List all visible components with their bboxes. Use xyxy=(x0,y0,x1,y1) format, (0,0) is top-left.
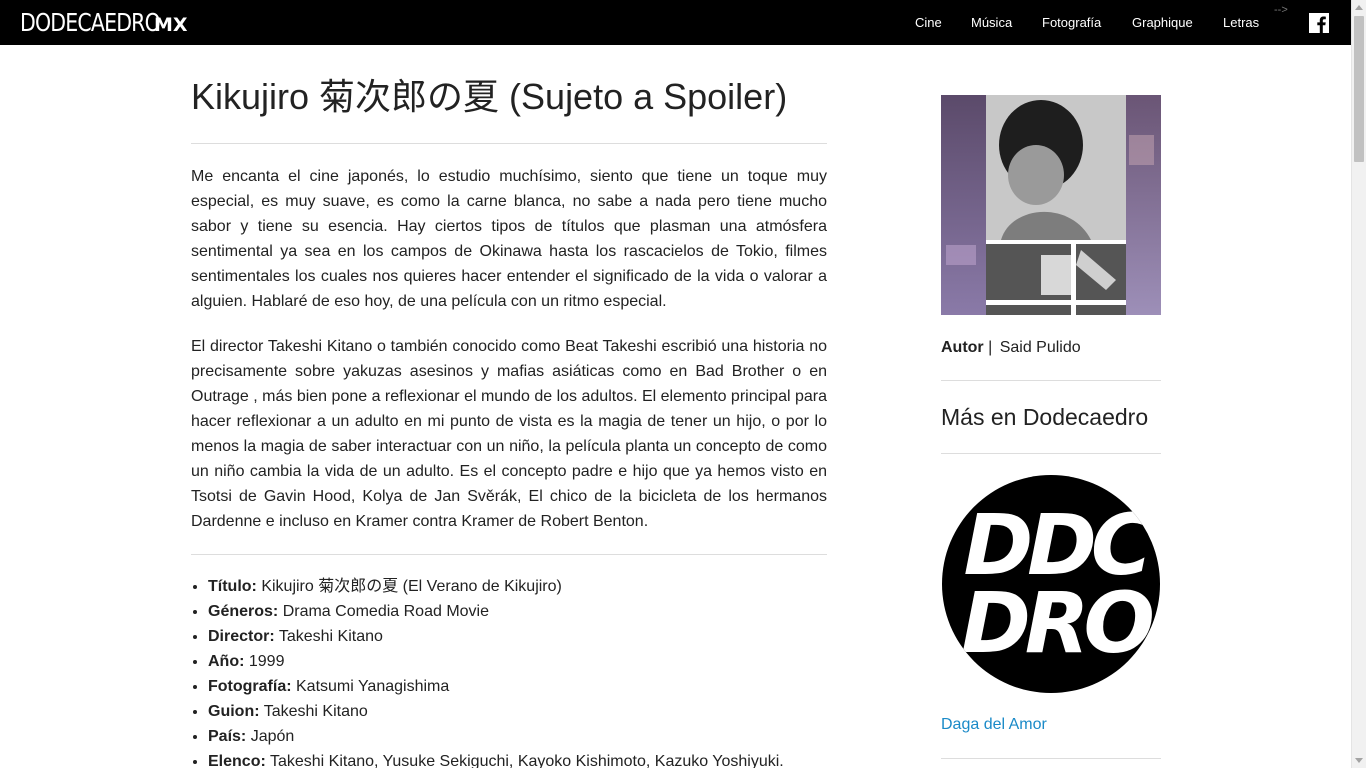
article-paragraph: Me encanta el cine japonés, lo estudio m… xyxy=(191,168,827,310)
sidebar-divider xyxy=(941,380,1161,381)
spec-value: Takeshi Kitano xyxy=(274,628,383,645)
spec-label: Director: xyxy=(208,628,275,645)
film-specs-list: Título: Kikujiro 菊次郎の夏 (El Verano de Kik… xyxy=(191,574,827,768)
scroll-up-arrow-icon[interactable] xyxy=(1355,5,1363,10)
nav-item-cine[interactable]: Cine xyxy=(915,15,942,30)
site-logo[interactable]: DODECAEDRO MX xyxy=(20,8,188,37)
spec-item: Título: Kikujiro 菊次郎の夏 (El Verano de Kik… xyxy=(208,574,827,599)
spec-value: Takeshi Kitano, Yusuke Sekiguchi, Kayoko… xyxy=(265,753,784,768)
spec-value: 1999 xyxy=(244,653,285,670)
sidebar: Autor | Said Pulido Más en Dodecaedro DD… xyxy=(941,95,1161,759)
spec-value: Japón xyxy=(246,728,295,745)
nav-item-letras[interactable]: Letras xyxy=(1223,15,1259,30)
nav-item-graphique[interactable]: Graphique xyxy=(1132,15,1193,30)
spec-item: Director: Takeshi Kitano xyxy=(208,624,827,649)
spec-item: País: Japón xyxy=(208,724,827,749)
spec-label: Fotografía: xyxy=(208,678,292,695)
spec-item: Fotografía: Katsumi Yanagishima xyxy=(208,674,827,699)
more-heading: Más en Dodecaedro xyxy=(941,404,1149,430)
article: Kikujiro 菊次郎の夏 (Sujeto a Spoiler) Me enc… xyxy=(191,70,827,768)
related-post-thumbnail[interactable]: DDC DRO xyxy=(941,474,1161,694)
related-logo-line: DRO xyxy=(961,574,1152,672)
spec-label: Título: xyxy=(208,578,257,595)
spec-item: Año: 1999 xyxy=(208,649,827,674)
stray-comment-text: --> xyxy=(1274,4,1288,16)
sidebar-divider xyxy=(941,758,1161,759)
author-line: Autor | Said Pulido xyxy=(941,339,1161,357)
author-name[interactable]: Said Pulido xyxy=(1000,339,1081,356)
spec-label: Año: xyxy=(208,653,245,670)
article-title: Kikujiro 菊次郎の夏 (Sujeto a Spoiler) xyxy=(191,76,788,117)
related-post-link[interactable]: Daga del Amor xyxy=(941,716,1161,734)
title-divider xyxy=(191,143,827,144)
top-navbar: DODECAEDRO MX Cine Música Fotografía Grap… xyxy=(0,0,1351,45)
spec-value: Kikujiro 菊次郎の夏 (El Verano de Kikujiro) xyxy=(256,578,562,595)
author-label: Autor xyxy=(941,339,984,356)
author-photo[interactable] xyxy=(941,95,1161,315)
spec-value: Takeshi Kitano xyxy=(259,703,368,720)
spec-label: Elenco: xyxy=(208,753,266,768)
nav-item-musica[interactable]: Música xyxy=(971,15,1012,30)
article-paragraph: El director Takeshi Kitano o también con… xyxy=(191,338,827,530)
spec-label: Géneros: xyxy=(208,603,279,620)
spec-item: Géneros: Drama Comedia Road Movie xyxy=(208,599,827,624)
scroll-thumb[interactable] xyxy=(1354,16,1364,162)
spec-item: Guion: Takeshi Kitano xyxy=(208,699,827,724)
page-scrollbar[interactable] xyxy=(1351,0,1366,768)
author-separator: | xyxy=(983,339,997,356)
spec-item: Elenco: Takeshi Kitano, Yusuke Sekiguchi… xyxy=(208,749,827,768)
nav-item-fotografia[interactable]: Fotografía xyxy=(1042,15,1101,30)
spec-value: Katsumi Yanagishima xyxy=(291,678,450,695)
sidebar-divider xyxy=(941,453,1161,454)
facebook-icon[interactable] xyxy=(1309,13,1329,33)
scroll-down-arrow-icon[interactable] xyxy=(1355,758,1363,763)
spec-label: Guion: xyxy=(208,703,260,720)
spec-label: País: xyxy=(208,728,247,745)
specs-divider xyxy=(191,554,827,555)
logo-main-text: DODECAEDRO xyxy=(20,8,161,37)
spec-value: Drama Comedia Road Movie xyxy=(278,603,489,620)
